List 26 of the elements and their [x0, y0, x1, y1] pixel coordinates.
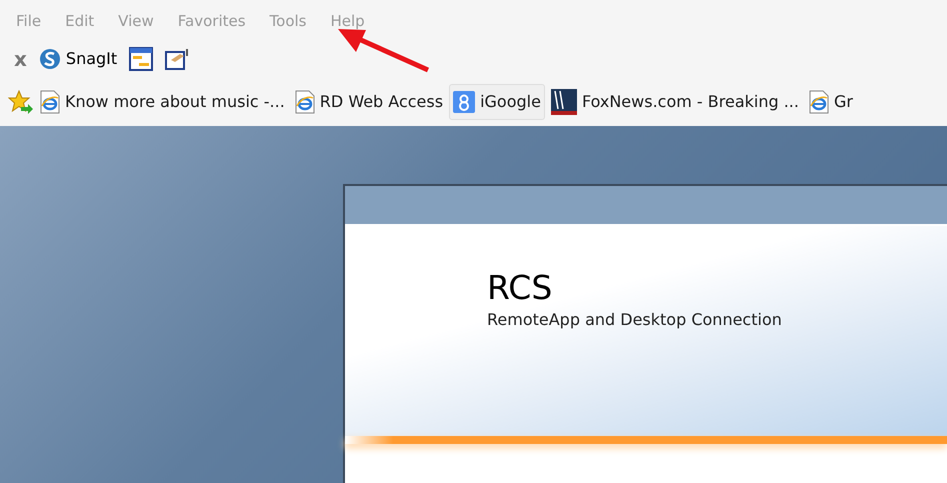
- notepad-button[interactable]: [165, 48, 190, 70]
- menu-item[interactable]: Help: [330, 10, 365, 32]
- favorite-link[interactable]: RD Web Access: [290, 84, 448, 120]
- window-icon: [129, 47, 154, 71]
- menu-item[interactable]: View: [118, 10, 154, 32]
- favorite-link[interactable]: Gr: [804, 84, 857, 120]
- ie-page-icon: [294, 90, 315, 114]
- google-icon: [453, 91, 476, 113]
- menu-item[interactable]: Edit: [65, 10, 94, 32]
- ie-page-icon: [808, 90, 829, 114]
- ie-page-icon: [40, 90, 60, 114]
- page-subtitle: RemoteApp and Desktop Connection: [487, 309, 782, 332]
- page-title: RCS: [487, 270, 552, 306]
- favorite-link[interactable]: Know more about music -...: [36, 84, 289, 120]
- notepad-icon: [165, 48, 190, 70]
- menu-item[interactable]: File: [16, 10, 42, 32]
- close-button[interactable]: x: [14, 49, 27, 69]
- window-button[interactable]: [129, 47, 154, 71]
- snagit-button[interactable]: SnagIt: [38, 47, 118, 71]
- menu-item[interactable]: Tools: [270, 10, 306, 32]
- flag-icon: [550, 89, 577, 115]
- menu-item[interactable]: Favorites: [178, 10, 246, 32]
- add-favorite-star-icon[interactable]: [8, 90, 34, 114]
- globe-swirl-icon: [38, 48, 61, 70]
- favorite-link[interactable]: iGoogle: [449, 84, 545, 120]
- favorite-link[interactable]: FoxNews.com - Breaking ...: [546, 84, 803, 120]
